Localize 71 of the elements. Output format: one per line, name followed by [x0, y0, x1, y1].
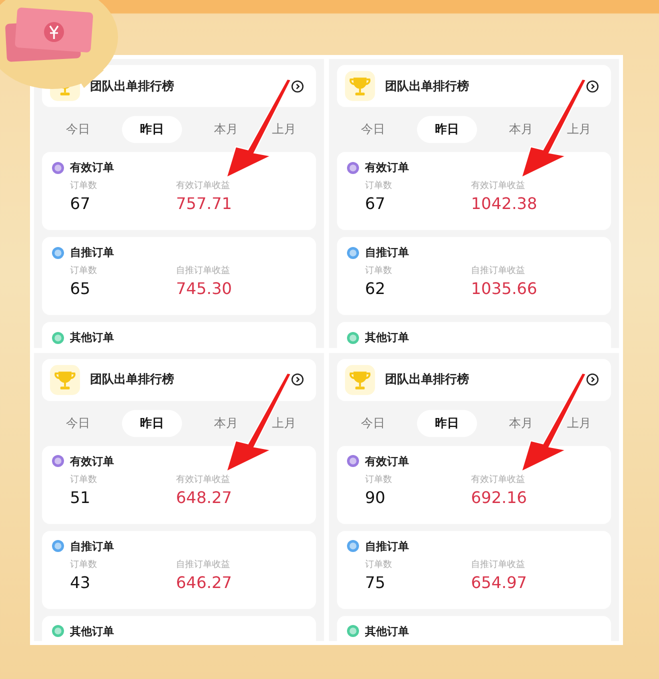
period-tab[interactable]: 昨日 [122, 116, 182, 143]
section-title: 有效订单 [70, 454, 114, 468]
order-count: 65 [70, 279, 92, 298]
stat-label: 订单数 [70, 558, 98, 570]
income-value: 745.30 [176, 279, 232, 298]
income-value: 692.16 [471, 488, 527, 506]
section-title: 有效订单 [70, 160, 114, 175]
period-tab[interactable]: 昨日 [417, 116, 477, 143]
income-value: 757.71 [176, 194, 232, 213]
chevron-right-icon[interactable] [291, 80, 304, 92]
order-count: 51 [70, 488, 92, 506]
section-title: 自推订单 [365, 245, 409, 260]
period-tab[interactable]: 今日 [359, 116, 387, 143]
period-tab[interactable]: 本月 [507, 116, 535, 143]
period-tab[interactable]: 本月 [507, 410, 535, 436]
order-count: 62 [365, 279, 386, 298]
chevron-right-icon[interactable] [586, 373, 599, 386]
stat-label: 订单数 [70, 180, 98, 192]
stat-label: 自推订单收益 [471, 558, 526, 570]
period-tab[interactable]: 今日 [359, 410, 387, 436]
section-title: 其他订单 [70, 330, 114, 345]
section-title: 其他订单 [70, 624, 114, 638]
stat-label: 订单数 [70, 474, 98, 486]
period-tab[interactable]: 今日 [64, 116, 92, 143]
panel-title: 团队出单排行榜 [90, 78, 175, 94]
stat-label: 订单数 [365, 180, 393, 192]
panel-title: 团队出单排行榜 [385, 78, 470, 94]
stat-label: 自推订单收益 [176, 558, 231, 570]
income-value: 1035.66 [471, 279, 538, 298]
stat-label: 订单数 [365, 558, 393, 570]
stat-label: 有效订单收益 [471, 180, 526, 192]
period-tab[interactable]: 本月 [212, 410, 240, 436]
period-tab[interactable]: 昨日 [417, 410, 477, 436]
income-value: 1042.38 [471, 194, 538, 213]
period-tab[interactable]: 上月 [270, 410, 298, 436]
period-tab[interactable]: 昨日 [122, 410, 182, 436]
period-tab[interactable]: 本月 [212, 116, 240, 143]
order-count: 67 [365, 194, 386, 213]
order-count: 67 [70, 194, 92, 213]
trophy-icon [345, 71, 375, 101]
trophy-icon [50, 364, 80, 394]
stat-label: 有效订单收益 [176, 180, 231, 192]
income-value: 646.27 [176, 572, 232, 592]
income-value: 648.27 [176, 488, 232, 506]
order-count: 43 [70, 572, 92, 592]
section-title: 自推订单 [365, 538, 409, 554]
period-tab[interactable]: 今日 [64, 410, 92, 436]
stat-label: 有效订单收益 [176, 474, 231, 486]
panel-title: 团队出单排行榜 [90, 371, 175, 388]
chevron-right-icon[interactable] [586, 80, 599, 92]
income-value: 654.97 [471, 572, 527, 592]
order-count: 75 [365, 572, 386, 592]
stat-label: 有效订单收益 [471, 474, 526, 486]
trophy-icon [345, 364, 375, 394]
period-tab[interactable]: 上月 [565, 410, 593, 436]
stat-label: 自推订单收益 [176, 264, 231, 277]
section-title: 自推订单 [70, 245, 114, 260]
section-title: 有效订单 [365, 160, 409, 175]
order-count: 90 [365, 488, 386, 506]
stat-label: 订单数 [365, 474, 393, 486]
section-title: 其他订单 [365, 624, 409, 638]
chevron-right-icon[interactable] [291, 373, 304, 386]
section-title: 自推订单 [70, 538, 114, 554]
period-tab[interactable]: 上月 [565, 116, 593, 143]
stat-label: 订单数 [70, 264, 98, 277]
stat-label: 订单数 [365, 264, 393, 277]
panel-title: 团队出单排行榜 [385, 371, 470, 388]
stat-label: 自推订单收益 [471, 264, 526, 277]
section-title: 有效订单 [365, 454, 409, 468]
section-title: 其他订单 [365, 330, 409, 345]
period-tab[interactable]: 上月 [270, 116, 298, 143]
